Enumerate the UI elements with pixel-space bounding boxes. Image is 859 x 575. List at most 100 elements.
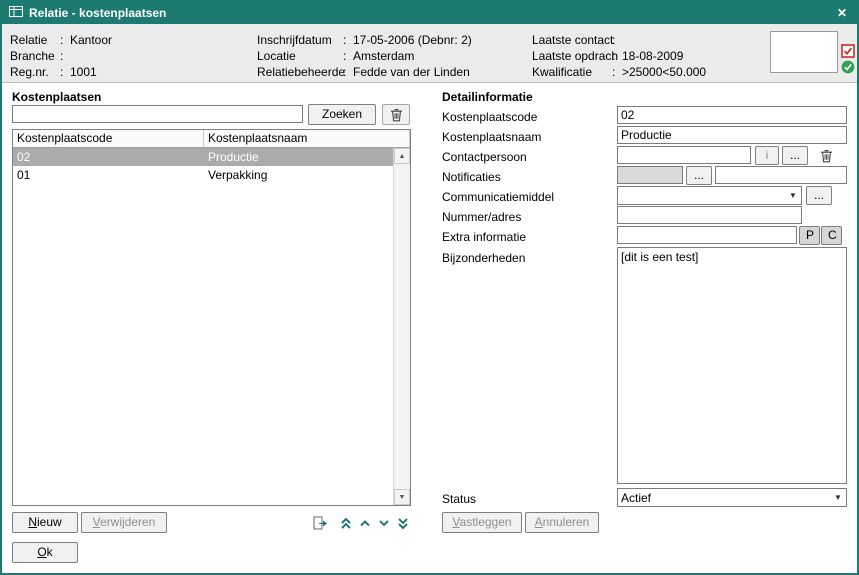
field-value: Fedde van der Linden	[353, 64, 470, 80]
nieuw-button[interactable]: Nieuw	[12, 512, 78, 533]
field-label: Kwalificatie	[532, 64, 612, 80]
separator: :	[60, 48, 70, 64]
window-title: Relatie - kostenplaatsen	[29, 6, 166, 20]
annuleren-button-label: Annuleren	[532, 514, 592, 531]
label-status: Status	[442, 490, 476, 508]
table-header-row: Kostenplaatscode Kostenplaatsnaam	[13, 130, 410, 148]
ok-button-label: Ok	[19, 544, 71, 561]
double-chevron-up-icon	[340, 517, 352, 530]
communicatiemiddel-select[interactable]	[617, 186, 802, 205]
notificaties-field-2[interactable]	[715, 166, 847, 184]
dialog-relatie-kostenplaatsen: Relatie - kostenplaatsen ✕ Relatie:Kanto…	[0, 0, 859, 575]
label-contactpersoon: Contactpersoon	[442, 148, 527, 166]
zoeken-button-label: Zoeken	[315, 106, 369, 123]
green-check-icon[interactable]	[841, 60, 855, 74]
label-notificaties: Notificaties	[442, 168, 501, 186]
scroll-down-icon[interactable]: ▼	[394, 489, 410, 505]
field-value: 1001	[70, 64, 97, 80]
close-icon[interactable]: ✕	[834, 6, 850, 20]
move-to-document-button[interactable]	[310, 512, 330, 534]
chevron-down-icon	[378, 518, 390, 528]
red-check-flag-icon[interactable]	[841, 44, 855, 58]
kostenplaatsen-table: Kostenplaatscode Kostenplaatsnaam 02 Pro…	[12, 129, 411, 506]
separator: :	[343, 32, 353, 48]
delete-search-trash-button[interactable]	[382, 104, 410, 125]
separator: :	[60, 32, 70, 48]
move-down-button[interactable]	[374, 512, 394, 534]
table-row[interactable]: 02 Productie	[13, 148, 393, 166]
field-label: Laatste contact	[532, 32, 612, 48]
notificaties-browse-button[interactable]: ...	[686, 166, 712, 185]
browse-button-label: ...	[813, 187, 825, 204]
label-communicatiemiddel: Communicatiemiddel	[442, 188, 554, 206]
field-label: Relatiebeheerde	[257, 64, 343, 80]
move-top-button[interactable]	[336, 512, 356, 534]
status-select-wrap: Actief ▼	[617, 488, 847, 507]
bijzonderheden-textarea[interactable]: [dit is een test]	[617, 247, 847, 484]
double-chevron-down-icon	[397, 517, 409, 530]
table-row[interactable]: 01 Verpakking	[13, 166, 393, 184]
contactpersoon-field[interactable]	[617, 146, 751, 164]
extra-informatie-p-button[interactable]: P	[799, 226, 820, 245]
field-label: Branche	[10, 48, 60, 64]
verwijderen-button[interactable]: Verwijderen	[81, 512, 167, 533]
vertical-scrollbar[interactable]: ▲ ▼	[393, 148, 410, 505]
search-input[interactable]	[12, 105, 303, 123]
section-title-detailinformatie: Detailinformatie	[442, 90, 533, 104]
zoeken-button[interactable]: Zoeken	[308, 104, 376, 125]
cell-kostenplaatscode: 02	[13, 148, 204, 166]
move-up-button[interactable]	[355, 512, 375, 534]
column-header-kostenplaatscode[interactable]: Kostenplaatscode	[13, 130, 204, 147]
field-label: Relatie	[10, 32, 60, 48]
extra-informatie-field[interactable]	[617, 226, 797, 244]
field-value: Amsterdam	[353, 48, 414, 64]
extra-informatie-c-button[interactable]: C	[821, 226, 842, 245]
field-value: >25000<50.000	[622, 64, 706, 80]
contactpersoon-info-button[interactable]: i	[755, 146, 779, 165]
kostenplaatsnaam-field[interactable]	[617, 126, 847, 144]
column-header-kostenplaatsnaam[interactable]: Kostenplaatsnaam	[204, 130, 410, 147]
annuleren-button[interactable]: Annuleren	[525, 512, 599, 533]
vastleggen-button-label: Vastleggen	[449, 514, 515, 531]
communicatiemiddel-browse-button[interactable]: ...	[806, 186, 832, 205]
kostenplaatscode-field[interactable]	[617, 106, 847, 124]
separator: :	[612, 48, 622, 64]
field-value: 18-08-2009	[622, 48, 683, 64]
cell-kostenplaatsnaam: Productie	[204, 148, 393, 166]
relation-info-header: Relatie:Kantoor Branche: Reg.nr.:1001 In…	[2, 24, 857, 83]
contactpersoon-clear-button[interactable]	[813, 145, 839, 166]
scroll-up-icon[interactable]: ▲	[394, 148, 410, 164]
document-arrow-icon	[313, 516, 328, 530]
nieuw-button-label: Nieuw	[19, 514, 71, 531]
nummer-adres-field[interactable]	[617, 206, 802, 224]
ok-button[interactable]: Ok	[12, 542, 78, 563]
window-grid-icon	[9, 6, 23, 20]
header-column-1: Relatie:Kantoor Branche: Reg.nr.:1001	[10, 32, 112, 80]
field-value: Kantoor	[70, 32, 112, 48]
trash-icon	[390, 108, 403, 122]
separator: :	[343, 64, 353, 80]
label-extra-informatie: Extra informatie	[442, 228, 526, 246]
cell-kostenplaatsnaam: Verpakking	[204, 166, 393, 184]
label-bijzonderheden: Bijzonderheden	[442, 249, 525, 267]
label-kostenplaatscode: Kostenplaatscode	[442, 108, 537, 126]
separator: :	[343, 48, 353, 64]
contactpersoon-browse-button[interactable]: ...	[782, 146, 808, 165]
field-label: Locatie	[257, 48, 343, 64]
label-nummer-adres: Nummer/adres	[442, 208, 521, 226]
move-bottom-button[interactable]	[393, 512, 413, 534]
field-value: 17-05-2006 (Debnr: 2)	[353, 32, 472, 48]
status-select[interactable]: Actief	[617, 488, 847, 507]
separator: :	[612, 32, 622, 48]
separator: :	[60, 64, 70, 80]
field-label: Inschrijfdatum	[257, 32, 343, 48]
separator: :	[612, 64, 622, 80]
browse-button-label: ...	[789, 147, 801, 164]
vastleggen-button[interactable]: Vastleggen	[442, 512, 522, 533]
communicatiemiddel-select-wrap: ▼	[617, 186, 802, 205]
notificaties-field-1[interactable]	[617, 166, 683, 184]
verwijderen-button-label: Verwijderen	[88, 514, 160, 531]
chevron-up-icon	[359, 518, 371, 528]
table-body: 02 Productie 01 Verpakking	[13, 148, 393, 505]
photo-placeholder	[770, 31, 838, 73]
